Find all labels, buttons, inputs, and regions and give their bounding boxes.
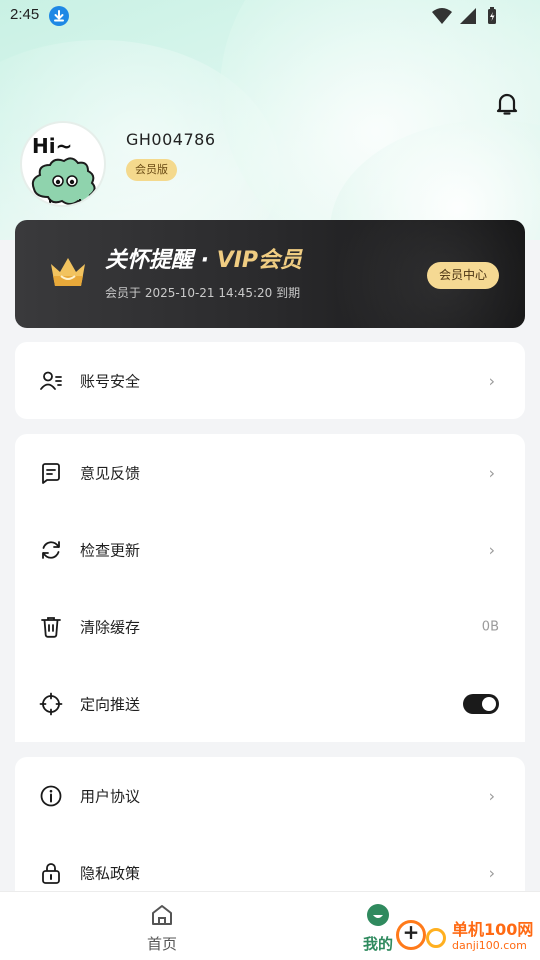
user-list-icon bbox=[39, 369, 63, 393]
menu-item-label: 用户协议 bbox=[80, 787, 141, 805]
targeted-push-toggle[interactable] bbox=[463, 693, 499, 714]
signal-icon bbox=[460, 8, 476, 24]
menu-item-label: 清除缓存 bbox=[80, 618, 141, 636]
menu-item-privacy-policy[interactable]: 隐私政策 › bbox=[15, 834, 525, 891]
feedback-icon bbox=[39, 461, 63, 485]
watermark-ring-icon bbox=[426, 928, 446, 948]
target-icon bbox=[39, 692, 63, 716]
site-watermark: 单机100网 danji100.com bbox=[392, 914, 540, 960]
status-time: 2:45 bbox=[10, 6, 40, 23]
menu-item-label: 隐私政策 bbox=[80, 864, 141, 882]
vip-card[interactable]: 关怀提醒 · VIP会员 会员于 2025-10-21 14:45:20 到期 … bbox=[15, 220, 525, 328]
status-bar: 2:45 bbox=[0, 0, 540, 32]
avatar-hi-text: Hi~ bbox=[32, 134, 72, 158]
watermark-brand: 单机100网 bbox=[452, 920, 534, 939]
menu-item-label: 意见反馈 bbox=[80, 464, 141, 482]
info-icon bbox=[39, 784, 63, 808]
menu-item-label: 检查更新 bbox=[80, 541, 141, 559]
battery-icon bbox=[488, 7, 496, 24]
status-icons bbox=[430, 6, 510, 26]
vip-center-button[interactable]: 会员中心 bbox=[427, 262, 499, 289]
vip-title-vip: VIP会员 bbox=[216, 248, 303, 273]
menu-item-account-security[interactable]: 账号安全 › bbox=[15, 342, 525, 419]
chevron-right-icon: › bbox=[488, 371, 495, 390]
member-badge: 会员版 bbox=[126, 159, 177, 181]
menu-card-account: 账号安全 › bbox=[15, 342, 525, 419]
home-icon bbox=[149, 902, 175, 928]
toggle-knob bbox=[482, 696, 496, 711]
chevron-right-icon: › bbox=[488, 863, 495, 882]
watermark-plus-icon bbox=[396, 920, 426, 950]
cache-size-value: 0B bbox=[481, 619, 499, 634]
watermark-domain: danji100.com bbox=[452, 939, 527, 952]
user-id: GH004786 bbox=[126, 130, 216, 149]
menu-item-label: 账号安全 bbox=[80, 372, 141, 390]
notification-bell-icon[interactable] bbox=[494, 91, 520, 117]
vip-expire-text: 会员于 2025-10-21 14:45:20 到期 bbox=[105, 286, 301, 300]
menu-item-targeted-push: 定向推送 bbox=[15, 665, 525, 742]
menu-card-legal: 用户协议 › 隐私政策 › bbox=[15, 757, 525, 891]
lock-icon bbox=[39, 861, 63, 885]
menu-item-label: 定向推送 bbox=[80, 695, 141, 713]
refresh-icon bbox=[39, 538, 63, 562]
chevron-right-icon: › bbox=[488, 786, 495, 805]
menu-card-settings: 意见反馈 › 检查更新 › 清除缓存 0B 定向推送 bbox=[15, 434, 525, 742]
vip-title-prefix: 关怀提醒 · bbox=[105, 248, 217, 273]
wifi-icon bbox=[432, 8, 452, 24]
menu-item-check-update[interactable]: 检查更新 › bbox=[15, 511, 525, 588]
menu-item-clear-cache[interactable]: 清除缓存 0B bbox=[15, 588, 525, 665]
menu-item-feedback[interactable]: 意见反馈 › bbox=[15, 434, 525, 511]
crown-icon bbox=[47, 252, 89, 292]
chevron-right-icon: › bbox=[488, 463, 495, 482]
avatar[interactable]: Hi~ bbox=[20, 121, 106, 207]
chevron-right-icon: › bbox=[488, 540, 495, 559]
trash-icon bbox=[39, 615, 63, 639]
profile-header-background bbox=[0, 0, 540, 240]
profile-face-icon bbox=[365, 902, 391, 928]
avatar-monster-icon bbox=[31, 157, 96, 205]
menu-item-user-agreement[interactable]: 用户协议 › bbox=[15, 757, 525, 834]
download-icon bbox=[49, 6, 69, 26]
vip-title: 关怀提醒 · VIP会员 bbox=[105, 242, 302, 274]
